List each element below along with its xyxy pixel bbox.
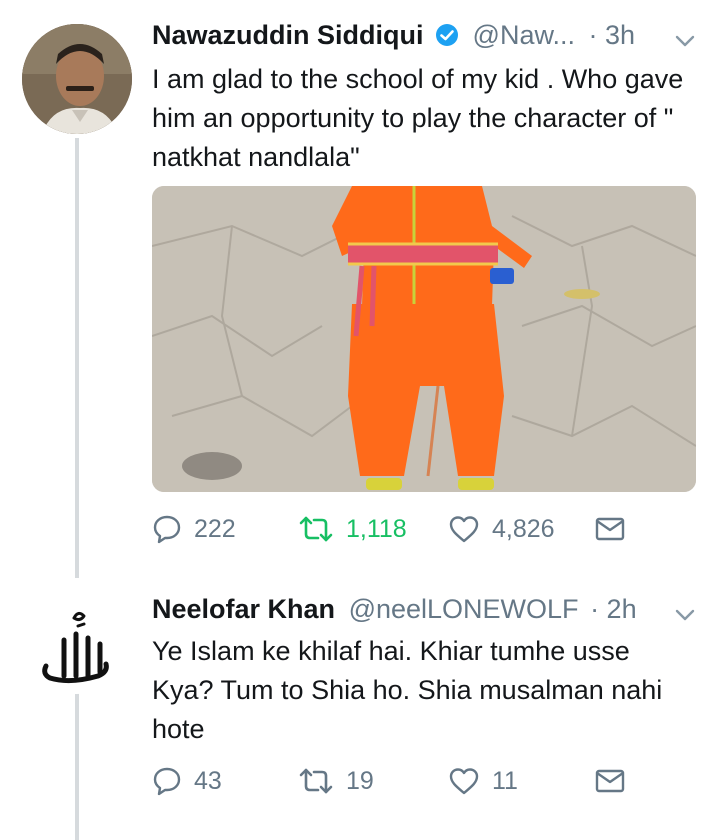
- chevron-down-icon[interactable]: [674, 604, 696, 626]
- tweet-actions: 222 1,118 4,826: [152, 514, 692, 550]
- direct-message-icon: [595, 517, 625, 541]
- like-icon: [449, 516, 479, 543]
- like-button[interactable]: 4,826: [448, 514, 555, 544]
- thread-line: [75, 138, 79, 578]
- tweet-photo[interactable]: [152, 186, 696, 492]
- retweet-button[interactable]: 19: [298, 766, 374, 796]
- reply-button[interactable]: 43: [152, 766, 222, 796]
- avatar[interactable]: [28, 598, 124, 694]
- reply-icon: [153, 515, 181, 544]
- chevron-down-icon[interactable]: [674, 30, 696, 52]
- thread-line: [75, 690, 79, 840]
- avatar[interactable]: [22, 24, 132, 134]
- retweet-button[interactable]: 1,118: [298, 514, 407, 544]
- reply-icon: [153, 767, 181, 796]
- direct-message-button[interactable]: [594, 514, 626, 544]
- retweet-count: 19: [346, 766, 374, 795]
- direct-message-icon: [595, 769, 625, 793]
- tweet-actions: 43 19 11: [152, 766, 692, 802]
- allah-calligraphy-avatar: [42, 611, 109, 684]
- like-icon: [449, 768, 479, 795]
- reply-button[interactable]: 222: [152, 514, 236, 544]
- timestamp[interactable]: · 2h: [590, 594, 637, 624]
- reply-count: 222: [194, 514, 236, 543]
- timestamp[interactable]: · 3h: [588, 20, 635, 50]
- tweet-header: Nawazuddin Siddiqui @Naw... · 3h: [152, 20, 635, 51]
- tweet-text: I am glad to the school of my kid . Who …: [152, 64, 684, 172]
- direct-message-button[interactable]: [594, 766, 626, 796]
- like-button[interactable]: 11: [448, 766, 518, 796]
- retweet-count: 1,118: [346, 514, 407, 543]
- verified-badge-icon: [436, 24, 459, 46]
- reply-count: 43: [194, 766, 222, 795]
- user-handle[interactable]: @neelLONEWOLF: [349, 594, 579, 624]
- tweet-text: Ye Islam ke khilaf hai. Khiar tumhe usse…: [152, 636, 663, 744]
- retweet-icon: [299, 768, 333, 794]
- tweet-header: Neelofar Khan @neelLONEWOLF · 2h: [152, 594, 637, 625]
- like-count: 11: [492, 766, 518, 795]
- display-name[interactable]: Neelofar Khan: [152, 594, 335, 624]
- display-name[interactable]: Nawazuddin Siddiqui: [152, 20, 424, 50]
- like-count: 4,826: [492, 514, 555, 543]
- retweet-icon: [299, 516, 333, 542]
- user-handle[interactable]: @Naw...: [473, 20, 575, 50]
